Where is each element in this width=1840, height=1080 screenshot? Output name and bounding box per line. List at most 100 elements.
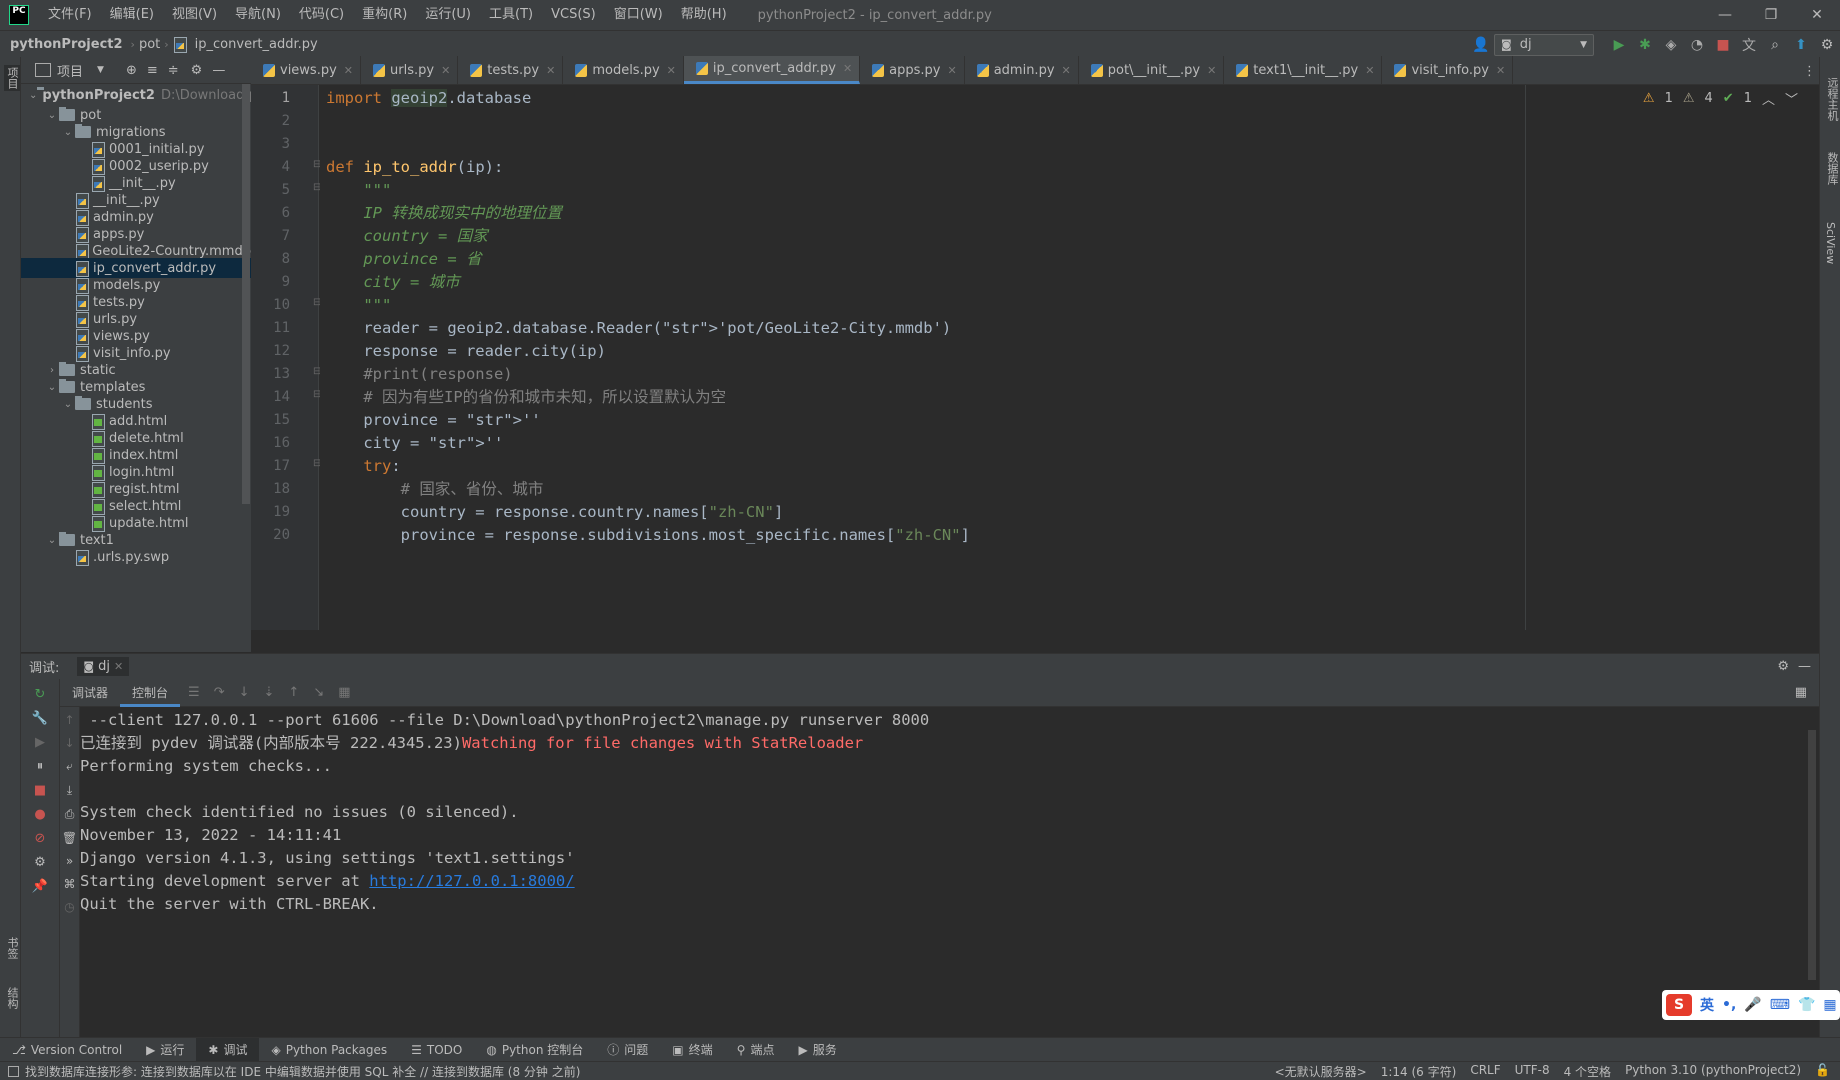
structure-toolwindow-tab[interactable]: 结构	[4, 987, 20, 1009]
step-into-my-code-icon[interactable]: ⇣	[264, 685, 275, 700]
menu-item-4[interactable]: 代码(C)	[290, 0, 353, 30]
rerun-icon[interactable]: ↻	[35, 687, 46, 702]
punctuation-icon[interactable]: •,	[1722, 997, 1736, 1013]
tree-root[interactable]: ⌄ pythonProject2 D:\Download\p	[21, 85, 251, 105]
status-line-separator[interactable]: CRLF	[1470, 1063, 1500, 1080]
chevron-right-icon[interactable]: ›	[45, 365, 59, 376]
profile-icon[interactable]: ◔	[1684, 32, 1710, 58]
view-breakpoints-icon[interactable]: ●	[34, 807, 45, 822]
print-icon[interactable]: ⎙	[65, 807, 75, 822]
debug-icon[interactable]: ✱	[1632, 32, 1658, 58]
menu-item-9[interactable]: 窗口(W)	[605, 0, 672, 30]
toolwindow-button[interactable]: ▶ 运行	[134, 1038, 196, 1062]
status-caret-position[interactable]: 1:14 (6 字符)	[1381, 1063, 1457, 1080]
ime-language[interactable]: 英	[1700, 995, 1714, 1015]
status-encoding[interactable]: UTF-8	[1515, 1063, 1550, 1080]
step-out-icon[interactable]: ↑	[288, 685, 299, 700]
scroll-to-end-icon[interactable]: ⤓	[67, 783, 72, 798]
locate-icon[interactable]: ⊕	[126, 63, 137, 78]
hide-icon[interactable]: —	[212, 63, 225, 78]
maximize-icon[interactable]: ❐	[1748, 0, 1794, 30]
editor-tab[interactable]: urls.py ✕	[361, 56, 459, 84]
menu-item-5[interactable]: 重构(R)	[353, 0, 416, 30]
menu-item-1[interactable]: 编辑(E)	[101, 0, 163, 30]
run-to-cursor-icon[interactable]: ↘	[313, 685, 324, 700]
step-over-icon[interactable]: ↷	[214, 685, 225, 700]
search-icon[interactable]: ⌕	[1762, 32, 1788, 58]
mute-breakpoints-icon[interactable]: ⊘	[35, 831, 46, 846]
breadcrumb-project[interactable]: pythonProject2	[0, 37, 127, 52]
close-icon[interactable]: ✕	[843, 62, 852, 75]
toolwindow-button[interactable]: ◍ Python 控制台	[474, 1038, 595, 1062]
close-icon[interactable]: ✕	[947, 64, 956, 77]
editor-tab[interactable]: apps.py ✕	[860, 56, 965, 84]
skin-icon[interactable]: 👕	[1798, 997, 1815, 1013]
remote-host-tab[interactable]: 远程主机	[1824, 77, 1840, 121]
editor-tab[interactable]: tests.py ✕	[458, 56, 564, 84]
gear-icon[interactable]: ⚙	[191, 63, 203, 78]
tree-file[interactable]: .urls.py.swp	[21, 547, 251, 567]
coverage-icon[interactable]: ◈	[1658, 32, 1684, 58]
menu-item-6[interactable]: 运行(U)	[416, 0, 480, 30]
menu-item-2[interactable]: 视图(V)	[163, 0, 226, 30]
toolwindow-button[interactable]: ✱ 调试	[196, 1037, 260, 1062]
toolwindow-button[interactable]: ☰ TODO	[399, 1038, 474, 1062]
console-output[interactable]: --client 127.0.0.1 --port 61606 --file D…	[80, 707, 1818, 1037]
history-icon[interactable]: ◷	[64, 900, 74, 914]
toolwindow-button[interactable]: ◈ Python Packages	[259, 1038, 399, 1062]
toolwindow-button[interactable]: ⚲ 端点	[725, 1038, 787, 1062]
prev-issue-icon[interactable]: ︿	[1762, 89, 1775, 108]
step-into-icon[interactable]: ↓	[239, 685, 250, 700]
status-interpreter[interactable]: Python 3.10 (pythonProject2)	[1625, 1063, 1801, 1080]
run-icon[interactable]: ▶	[1606, 32, 1632, 58]
chevron-down-icon[interactable]: ⌄	[45, 535, 59, 546]
project-panel-title[interactable]: 项目	[57, 61, 83, 80]
chevron-down-icon[interactable]: ⌄	[45, 382, 59, 393]
pause-icon[interactable]: ⏸	[37, 759, 44, 774]
status-message[interactable]: 找到数据库连接形参: 连接到数据库以在 IDE 中编辑数据并使用 SQL 补全 …	[25, 1063, 580, 1080]
tab-console[interactable]: 控制台	[120, 679, 181, 707]
database-tab[interactable]: 数据库	[1824, 152, 1840, 185]
close-icon[interactable]: ✕	[114, 660, 123, 673]
menu-item-3[interactable]: 导航(N)	[226, 0, 290, 30]
menu-icon[interactable]: ☰	[188, 685, 200, 700]
menu-item-7[interactable]: 工具(T)	[480, 0, 542, 30]
layout-icon[interactable]: ▦	[1795, 685, 1807, 700]
keyboard-icon[interactable]: ⌨	[1770, 997, 1790, 1013]
up-icon[interactable]: ↑	[64, 713, 74, 727]
toolwindow-button[interactable]: ⓘ 问题	[595, 1038, 660, 1062]
close-icon[interactable]: ✕	[1062, 64, 1071, 77]
menu-item-0[interactable]: 文件(F)	[39, 0, 101, 30]
ime-toolbar[interactable]: S 英 •, 🎤 ⌨ 👕 ▦	[1662, 990, 1840, 1020]
chevron-down-icon[interactable]: ⌄	[61, 399, 75, 410]
settings-icon[interactable]: ⚙	[1814, 32, 1840, 58]
bookmarks-toolwindow-tab[interactable]: 书签	[4, 937, 20, 959]
collapse-all-icon[interactable]: ≑	[168, 63, 179, 78]
grid-icon[interactable]: ▦	[1823, 997, 1836, 1013]
server-url-link[interactable]: http://127.0.0.1:8000/	[369, 872, 574, 890]
gear-icon[interactable]: ⚙	[1777, 659, 1789, 674]
status-server[interactable]: <无默认服务器>	[1275, 1063, 1367, 1080]
toolwindow-button[interactable]: ▶ 服务	[786, 1038, 848, 1062]
panel-toggle-icon[interactable]	[8, 1065, 19, 1077]
close-icon[interactable]: ✕	[1207, 64, 1216, 77]
console-scrollbar[interactable]	[1808, 730, 1816, 980]
editor-tab[interactable]: visit_info.py ✕	[1382, 56, 1514, 84]
update-icon[interactable]: ⬆	[1788, 32, 1814, 58]
more-tabs-icon[interactable]: ⋮	[1800, 57, 1819, 85]
expand-all-icon[interactable]: ≡	[147, 63, 158, 78]
menu-item-8[interactable]: VCS(S)	[542, 0, 605, 30]
pin-icon[interactable]: 📌	[32, 879, 48, 894]
project-scrollbar[interactable]	[242, 84, 250, 504]
editor-tab[interactable]: admin.py ✕	[965, 56, 1079, 84]
trash-icon[interactable]: 🗑	[62, 831, 77, 845]
evaluate-icon[interactable]: ▦	[338, 685, 350, 700]
down-icon[interactable]: ↓	[64, 736, 74, 750]
tab-debugger[interactable]: 调试器	[60, 679, 120, 707]
editor-tab[interactable]: models.py ✕	[563, 56, 684, 84]
toolwindow-button[interactable]: ▣ 终端	[660, 1038, 724, 1062]
editor-tab[interactable]: views.py ✕	[251, 56, 362, 84]
run-config-select[interactable]: ◙ dj ▼	[1494, 33, 1594, 56]
close-icon[interactable]: ✕	[1794, 0, 1840, 30]
edit-config-icon[interactable]: 🔧	[32, 711, 48, 726]
